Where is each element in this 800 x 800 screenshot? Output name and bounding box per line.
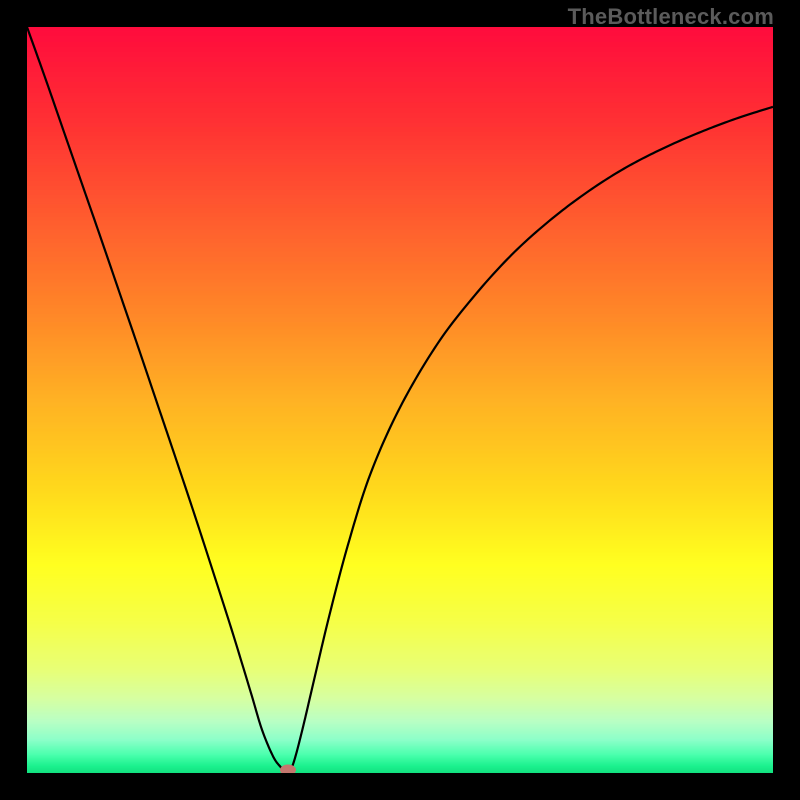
watermark-text: TheBottleneck.com [568, 4, 774, 30]
curve-overlay [27, 27, 773, 773]
bottleneck-curve [27, 27, 773, 773]
minimum-marker-dot [280, 765, 296, 774]
plot-area [27, 27, 773, 773]
